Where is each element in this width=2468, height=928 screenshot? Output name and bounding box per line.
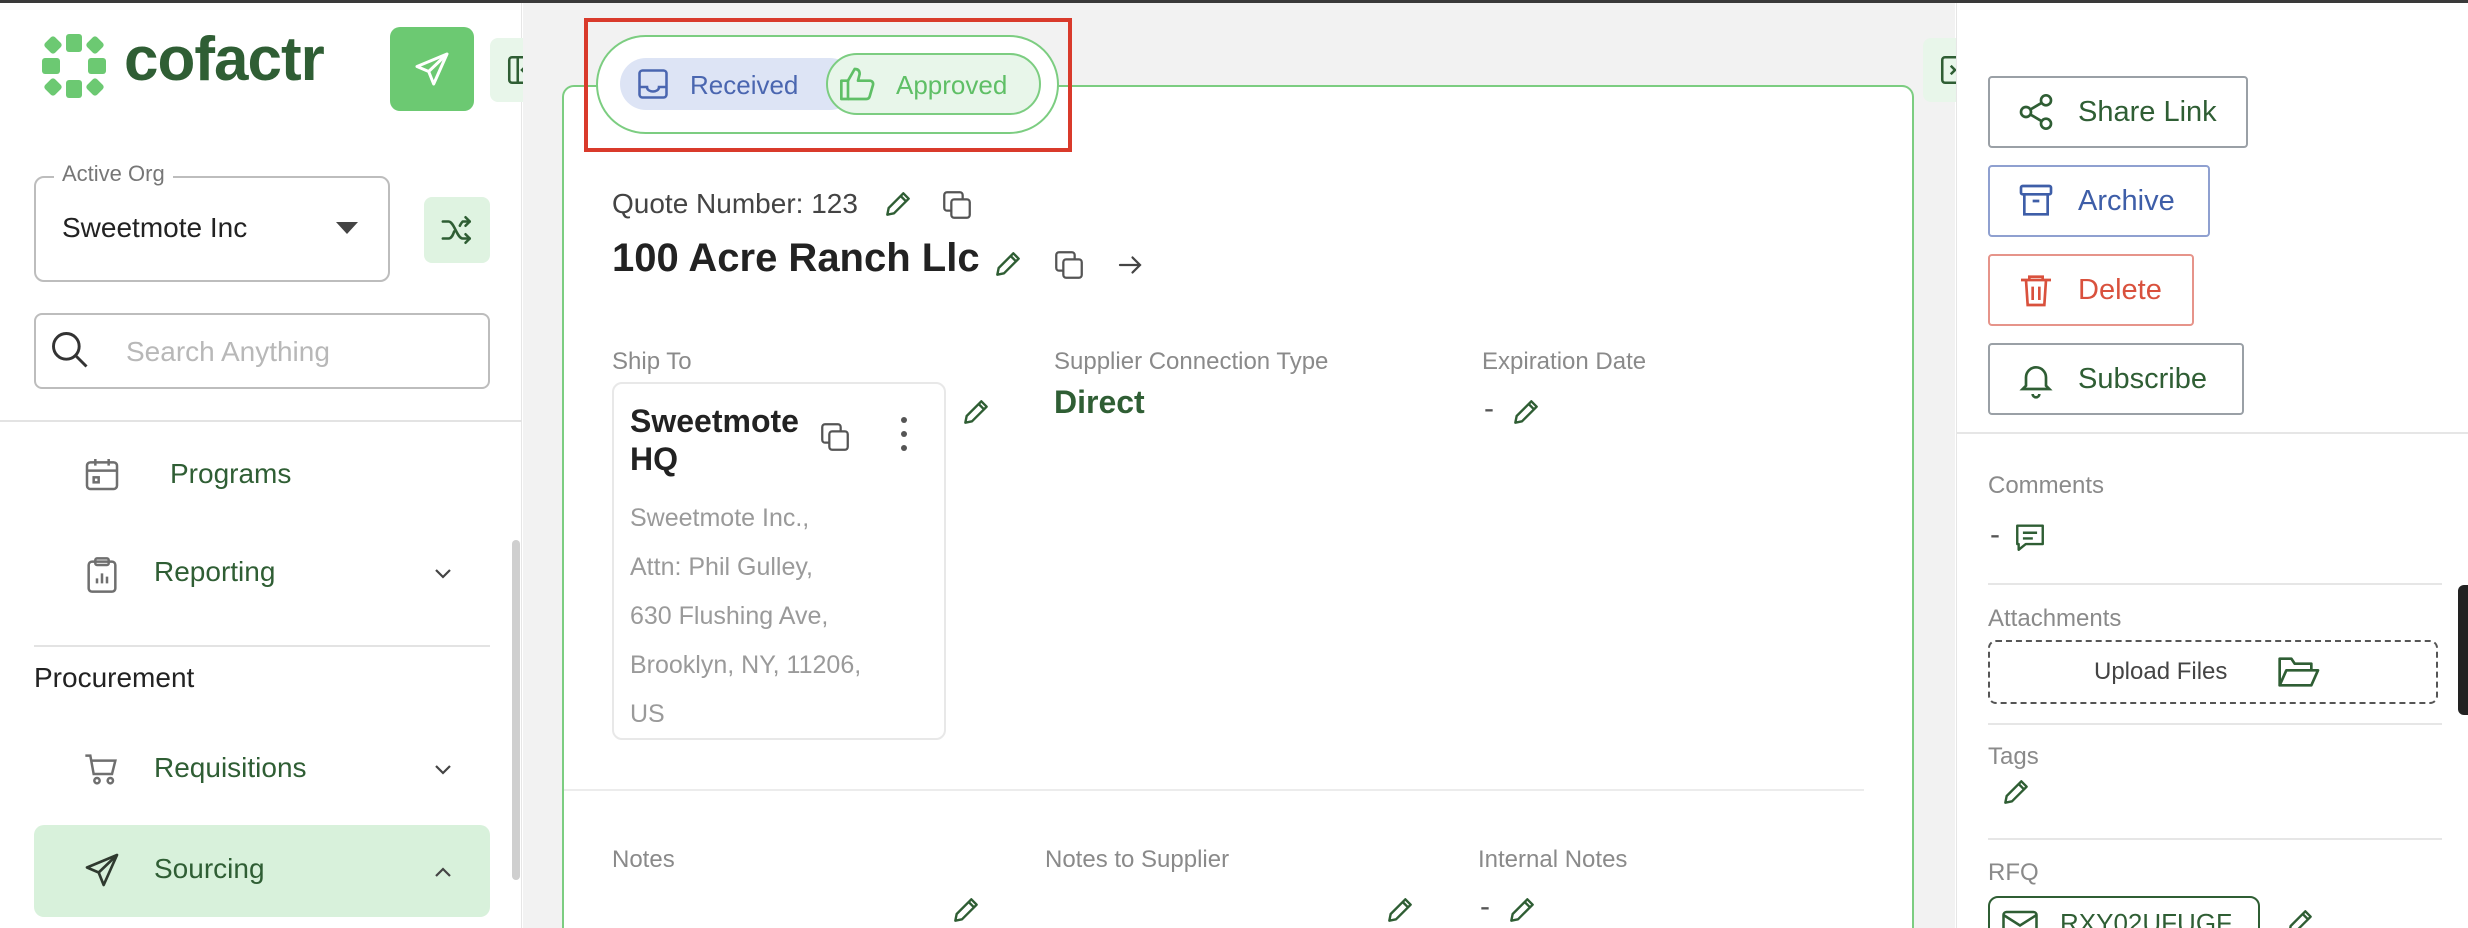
expiration-date-label: Expiration Date [1482, 348, 1647, 375]
notes-to-supplier-label: Notes to Supplier [1045, 846, 1230, 873]
rfq-label: RFQ [1988, 859, 2039, 886]
address-line: 630 Flushing Ave, [630, 602, 829, 630]
notes-label: Notes [612, 846, 675, 873]
trash-icon [2021, 275, 2051, 307]
archive-label: Archive [2078, 184, 2175, 217]
connection-type-label: Supplier Connection Type [1054, 348, 1329, 375]
nav-item-requisitions[interactable]: Requisitions [154, 752, 307, 784]
bell-icon [2019, 366, 2053, 399]
active-org-value: Sweetmote Inc [62, 212, 248, 243]
chevron-down-icon[interactable] [430, 762, 456, 778]
address-line: Sweetmote Inc., [630, 504, 810, 532]
section-heading-procurement: Procurement [34, 662, 195, 693]
active-org-label: Active Org [54, 161, 173, 187]
more-vertical-icon[interactable] [894, 412, 914, 456]
logo-wordmark: cofactr [124, 25, 325, 94]
archive-button[interactable]: Archive [1988, 165, 2210, 237]
delete-label: Delete [2078, 273, 2162, 306]
send-button[interactable] [390, 27, 474, 111]
archive-icon [2019, 184, 2053, 216]
cart-icon [85, 754, 117, 785]
ship-to-label: Ship To [612, 348, 692, 375]
edit-pencil-icon[interactable] [1510, 396, 1542, 428]
edit-pencil-icon[interactable] [1384, 894, 1416, 926]
nav-item-reporting[interactable]: Reporting [154, 556, 275, 588]
share-link-label: Share Link [2078, 95, 2217, 128]
edit-pencil-icon[interactable] [2284, 906, 2316, 928]
nav-item-sourcing-label: Sourcing [154, 853, 265, 884]
comments-label: Comments [1988, 472, 2105, 499]
delete-button[interactable]: Delete [1988, 254, 2194, 326]
panel-edge-handle[interactable] [2458, 585, 2468, 715]
section-divider [34, 645, 490, 647]
folder-open-icon [2278, 657, 2320, 687]
sidebar-scrollbar[interactable] [512, 540, 520, 880]
address-line: US [630, 700, 665, 728]
internal-notes-value: - [1480, 890, 1490, 923]
status-approved-label: Approved [896, 70, 1008, 100]
status-received-label: Received [690, 70, 799, 100]
copy-icon[interactable] [1052, 248, 1086, 282]
inbox-icon [638, 69, 668, 99]
comments-value: - [1990, 518, 2000, 551]
copy-icon[interactable] [940, 188, 974, 222]
thumbs-up-icon [840, 67, 875, 101]
edit-pencil-icon[interactable] [2000, 776, 2032, 808]
shuffle-icon [441, 215, 472, 245]
caret-down-icon [336, 222, 358, 234]
card-divider [564, 789, 1864, 791]
send-icon [85, 853, 119, 887]
ship-to-name: Sweetmote HQ [630, 403, 799, 477]
edit-pencil-icon[interactable] [950, 894, 982, 926]
upload-files-label: Upload Files [2094, 658, 2228, 685]
mail-icon [2002, 910, 2038, 928]
edit-pencil-icon[interactable] [992, 248, 1024, 280]
panel-divider [1988, 838, 2442, 840]
edit-pencil-icon[interactable] [1506, 894, 1538, 926]
panel-divider [1988, 723, 2442, 725]
connection-type-value: Direct [1054, 384, 1145, 420]
share-link-button[interactable]: Share Link [1988, 76, 2248, 148]
supplier-name: 100 Acre Ranch Llc [612, 236, 980, 280]
chevron-down-icon[interactable] [430, 566, 456, 582]
rfq-value: RXY02UFUGF [2060, 908, 2232, 928]
edit-pencil-icon[interactable] [882, 188, 914, 220]
ship-to-address: Sweetmote Inc., Attn: Phil Gulley, 630 F… [630, 494, 861, 739]
internal-notes-label: Internal Notes [1478, 846, 1628, 873]
comment-icon[interactable] [2012, 520, 2048, 554]
subscribe-button[interactable]: Subscribe [1988, 343, 2244, 415]
chevron-up-icon[interactable] [430, 864, 456, 880]
quote-number: Quote Number: 123 [612, 188, 858, 219]
sidebar-divider [0, 420, 522, 422]
subscribe-label: Subscribe [2078, 362, 2207, 395]
share-icon [2019, 94, 2053, 130]
copy-icon[interactable] [818, 420, 852, 454]
arrow-right-icon[interactable] [1114, 250, 1146, 280]
logo-icon [42, 34, 106, 98]
address-line: Brooklyn, NY, 11206, [630, 651, 862, 679]
nav-item-programs[interactable]: Programs [170, 458, 291, 490]
send-icon [415, 52, 449, 86]
attachments-label: Attachments [1988, 605, 2122, 632]
edit-pencil-icon[interactable] [960, 396, 992, 428]
calendar-icon [85, 459, 119, 491]
switch-org-button[interactable] [424, 197, 490, 263]
panel-divider [1988, 583, 2442, 585]
search-icon [52, 332, 88, 368]
panel-divider [1956, 432, 2468, 434]
address-line: Attn: Phil Gulley, [630, 553, 813, 581]
tags-label: Tags [1988, 743, 2039, 770]
clipboard-chart-icon [87, 557, 117, 593]
expiration-date-value: - [1484, 392, 1494, 425]
search-placeholder: Search Anything [126, 336, 330, 367]
